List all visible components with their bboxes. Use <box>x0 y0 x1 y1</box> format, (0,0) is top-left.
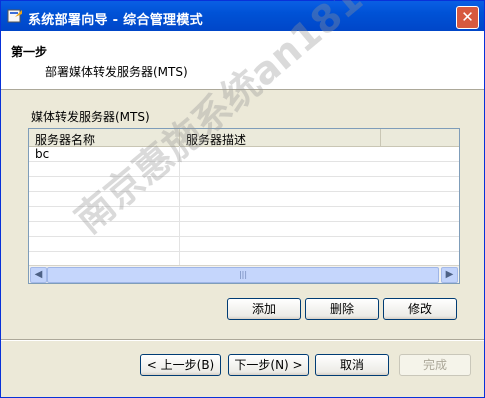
finish-button[interactable]: 完成 <box>399 354 471 376</box>
modify-button[interactable]: 修改 <box>383 298 457 320</box>
app-icon <box>7 8 23 24</box>
delete-button[interactable]: 删除 <box>305 298 379 320</box>
close-button[interactable]: ✕ <box>456 6 479 29</box>
list-empty-row <box>29 237 459 252</box>
group-label: 媒体转发服务器(MTS) <box>31 110 150 124</box>
step-description: 部署媒体转发服务器(MTS) <box>45 65 188 79</box>
wizard-window: 系统部署向导 - 综合管理模式 ✕ 第一步 部署媒体转发服务器(MTS) 媒体转… <box>0 0 485 398</box>
horizontal-scrollbar[interactable]: ◀ ||| ▶ <box>29 265 459 283</box>
server-list[interactable]: 服务器名称 服务器描述 bc ◀ ||| ▶ <box>28 128 460 284</box>
title-bar[interactable]: 系统部署向导 - 综合管理模式 ✕ <box>1 1 484 31</box>
list-empty-row <box>29 162 459 177</box>
list-header: 服务器名称 服务器描述 <box>29 129 459 147</box>
column-header-description-label: 服务器描述 <box>186 133 247 147</box>
column-header-name[interactable]: 服务器名称 <box>29 129 180 147</box>
list-empty-row <box>29 222 459 237</box>
cancel-button[interactable]: 取消 <box>315 354 389 376</box>
next-button[interactable]: 下一步(N) > <box>228 354 309 376</box>
scroll-right-icon[interactable]: ▶ <box>441 267 458 283</box>
wizard-header: 第一步 部署媒体转发服务器(MTS) <box>1 31 484 90</box>
scroll-left-icon[interactable]: ◀ <box>30 267 47 283</box>
footer-divider <box>1 339 484 341</box>
scroll-thumb[interactable]: ||| <box>47 267 439 283</box>
list-item[interactable]: bc <box>29 147 459 162</box>
add-button[interactable]: 添加 <box>227 298 301 320</box>
list-empty-row <box>29 192 459 207</box>
list-empty-row <box>29 207 459 222</box>
window-title: 系统部署向导 - 综合管理模式 <box>28 13 203 28</box>
column-header-name-label: 服务器名称 <box>35 133 96 147</box>
prev-button[interactable]: < 上一步(B) <box>140 354 221 376</box>
column-header-description[interactable]: 服务器描述 <box>180 129 381 147</box>
step-title: 第一步 <box>11 45 48 59</box>
server-name-cell: bc <box>35 147 50 161</box>
list-empty-row <box>29 177 459 192</box>
